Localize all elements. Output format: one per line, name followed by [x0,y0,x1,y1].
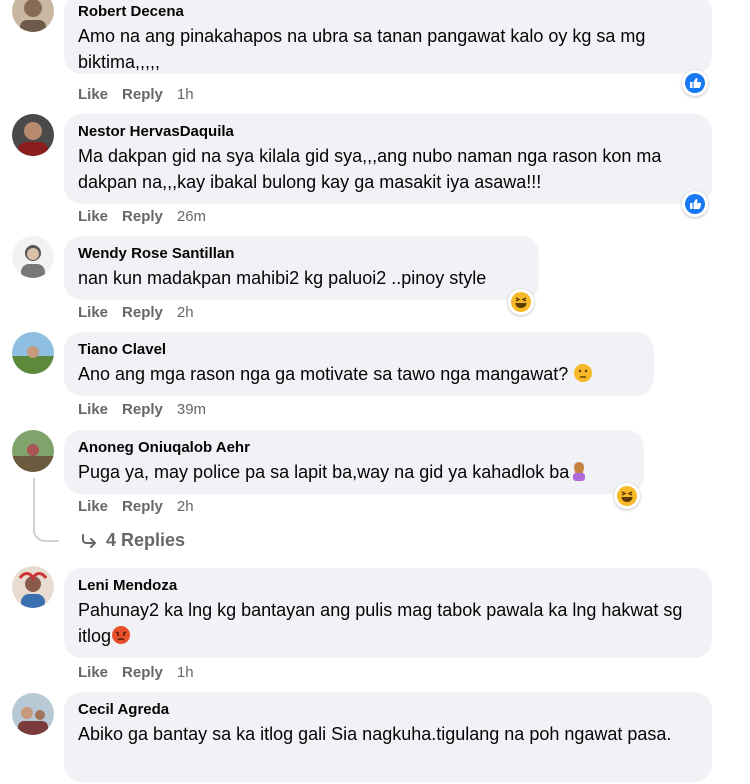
reply-button[interactable]: Reply [122,664,163,681]
comment-text-body: Ano ang mga rason nga ga motivate sa taw… [78,364,569,384]
comment-author[interactable]: Cecil Agreda [78,700,698,719]
avatar[interactable] [12,430,54,472]
view-replies-link[interactable]: 4 Replies [80,530,185,551]
comment-bubble: Anoneg Oniuqalob Aehr Puga ya, may polic… [64,430,644,494]
avatar[interactable] [12,236,54,278]
comment-author[interactable]: Anoneg Oniuqalob Aehr [78,438,630,457]
like-button[interactable]: Like [78,208,108,225]
comment-bubble: Robert Decena Amo na ang pinakahapos na … [64,0,712,74]
reply-button[interactable]: Reply [122,208,163,225]
comment-actions: Like Reply 1h [78,664,194,681]
comment-author[interactable]: Nestor HervasDaquila [78,122,698,141]
like-icon[interactable] [682,191,708,217]
comment-author[interactable]: Wendy Rose Santillan [78,244,525,263]
like-icon[interactable] [682,70,708,96]
thread-connector [33,478,59,542]
comment-time[interactable]: 2h [177,498,194,515]
comment-text: Amo na ang pinakahapos na ubra sa tanan … [78,26,646,72]
comment-text-body: Pahunay2 ka lng kg bantayan ang pulis ma… [78,600,683,646]
avatar[interactable] [12,0,54,32]
comment-text: Ano ang mga rason nga ga motivate sa taw… [78,361,640,387]
like-button[interactable]: Like [78,304,108,321]
avatar[interactable] [12,332,54,374]
comment-text: nan kun madakpan mahibi2 kg paluoi2 ..pi… [78,268,487,288]
comment-actions: Like Reply 2h [78,304,194,321]
comment-actions: Like Reply 2h [78,498,194,515]
comment-text-body: Puga ya, may police pa sa lapit ba,way n… [78,462,570,482]
like-button[interactable]: Like [78,498,108,515]
comment-time[interactable]: 2h [177,304,194,321]
comment-bubble: Tiano Clavel Ano ang mga rason nga ga mo… [64,332,654,396]
comment-bubble: Cecil Agreda Abiko ga bantay sa ka itlog… [64,692,712,782]
person-shrugging-icon [573,462,586,481]
like-button[interactable]: Like [78,401,108,418]
neutral-face-icon [574,364,593,382]
comment-author[interactable]: Robert Decena [78,2,698,21]
comment-bubble: Leni Mendoza Pahunay2 ka lng kg bantayan… [64,568,712,658]
reply-button[interactable]: Reply [122,401,163,418]
like-button[interactable]: Like [78,86,108,103]
reply-button[interactable]: Reply [122,86,163,103]
replies-count[interactable]: 4 Replies [106,530,185,551]
comment-text: Puga ya, may police pa sa lapit ba,way n… [78,459,630,485]
reply-button[interactable]: Reply [122,498,163,515]
comment-author[interactable]: Leni Mendoza [78,576,698,595]
comment-bubble: Wendy Rose Santillan nan kun madakpan ma… [64,236,539,300]
comment-time[interactable]: 1h [177,86,194,103]
avatar[interactable] [12,693,54,735]
comment-actions: Like Reply 39m [78,401,206,418]
comment-time[interactable]: 39m [177,401,206,418]
comment-text: Pahunay2 ka lng kg bantayan ang pulis ma… [78,597,698,649]
comment-time[interactable]: 26m [177,208,206,225]
avatar[interactable] [12,114,54,156]
comment-actions: Like Reply 26m [78,208,206,225]
comment-time[interactable]: 1h [177,664,194,681]
like-button[interactable]: Like [78,664,108,681]
avatar[interactable] [12,566,54,608]
comment-bubble: Nestor HervasDaquila Ma dakpan gid na sy… [64,114,712,204]
haha-icon[interactable] [614,483,640,509]
reply-arrow-icon [82,533,96,548]
comment-text: Ma dakpan gid na sya kilala gid sya,,,an… [78,146,662,192]
comment-actions: Like Reply 1h [78,86,194,103]
haha-icon[interactable] [508,289,534,315]
comment-author[interactable]: Tiano Clavel [78,340,640,359]
reply-button[interactable]: Reply [122,304,163,321]
angry-face-icon [112,626,131,644]
comment-text: Abiko ga bantay sa ka itlog gali Sia nag… [78,724,672,744]
